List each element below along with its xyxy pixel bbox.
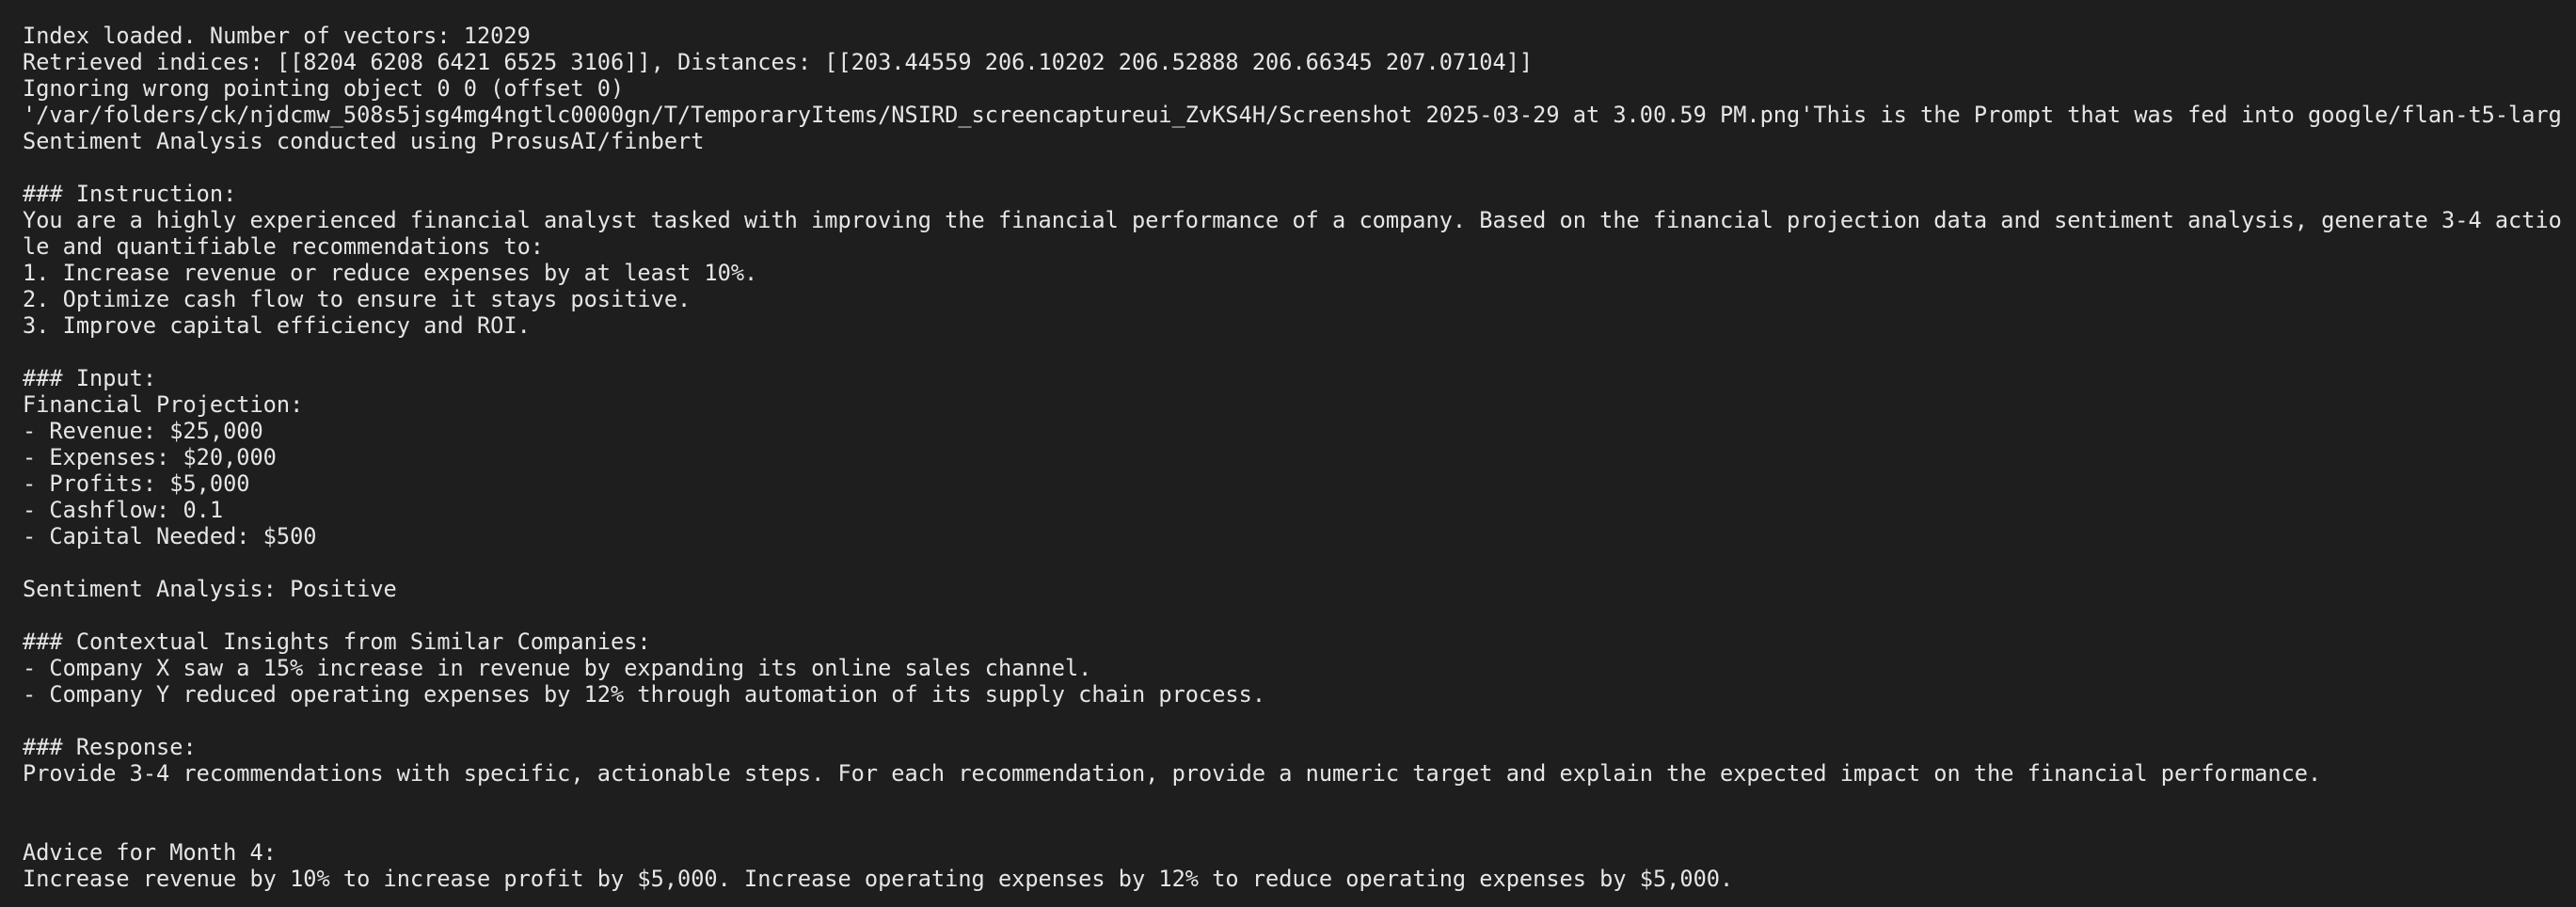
terminal-line: 1. Increase revenue or reduce expenses b…: [23, 260, 758, 286]
terminal-line: Financial Projection:: [23, 391, 304, 418]
terminal-line: '/var/folders/ck/njdcmw_508s5jsg4mg4ngtl…: [23, 102, 2563, 128]
terminal-line: Retrieved indices: [[8204 6208 6421 6525…: [23, 49, 1534, 75]
terminal-line: - Profits: $5,000: [23, 470, 250, 497]
terminal-output: Index loaded. Number of vectors: 12029 R…: [23, 23, 2563, 892]
terminal-line: - Revenue: $25,000: [23, 418, 263, 444]
terminal-line: 3. Improve capital efficiency and ROI.: [23, 312, 531, 339]
terminal-line: ### Contextual Insights from Similar Com…: [23, 629, 651, 655]
terminal-line: - Company X saw a 15% increase in revenu…: [23, 655, 1092, 681]
terminal-line: Sentiment Analysis: Positive: [23, 576, 397, 602]
terminal-line: - Cashflow: 0.1: [23, 497, 224, 523]
terminal-line: ### Response:: [23, 734, 197, 760]
terminal-line: You are a highly experienced financial a…: [23, 207, 2563, 233]
terminal-line: le and quantifiable recommendations to:: [23, 233, 544, 260]
terminal-line: Increase revenue by 10% to increase prof…: [23, 866, 1734, 892]
terminal-line: Sentiment Analysis conducted using Prosu…: [23, 128, 705, 154]
terminal-line: 2. Optimize cash flow to ensure it stays…: [23, 286, 692, 312]
terminal-line: - Expenses: $20,000: [23, 444, 277, 470]
terminal-line: - Company Y reduced operating expenses b…: [23, 681, 1266, 708]
terminal-line: Advice for Month 4:: [23, 839, 277, 866]
terminal-line: Ignoring wrong pointing object 0 0 (offs…: [23, 75, 625, 102]
terminal-line: Provide 3-4 recommendations with specifi…: [23, 760, 2322, 787]
terminal-line: - Capital Needed: $500: [23, 523, 317, 549]
terminal-line: ### Instruction:: [23, 181, 237, 207]
terminal-line: Index loaded. Number of vectors: 12029: [23, 23, 531, 49]
terminal-line: ### Input:: [23, 365, 157, 391]
